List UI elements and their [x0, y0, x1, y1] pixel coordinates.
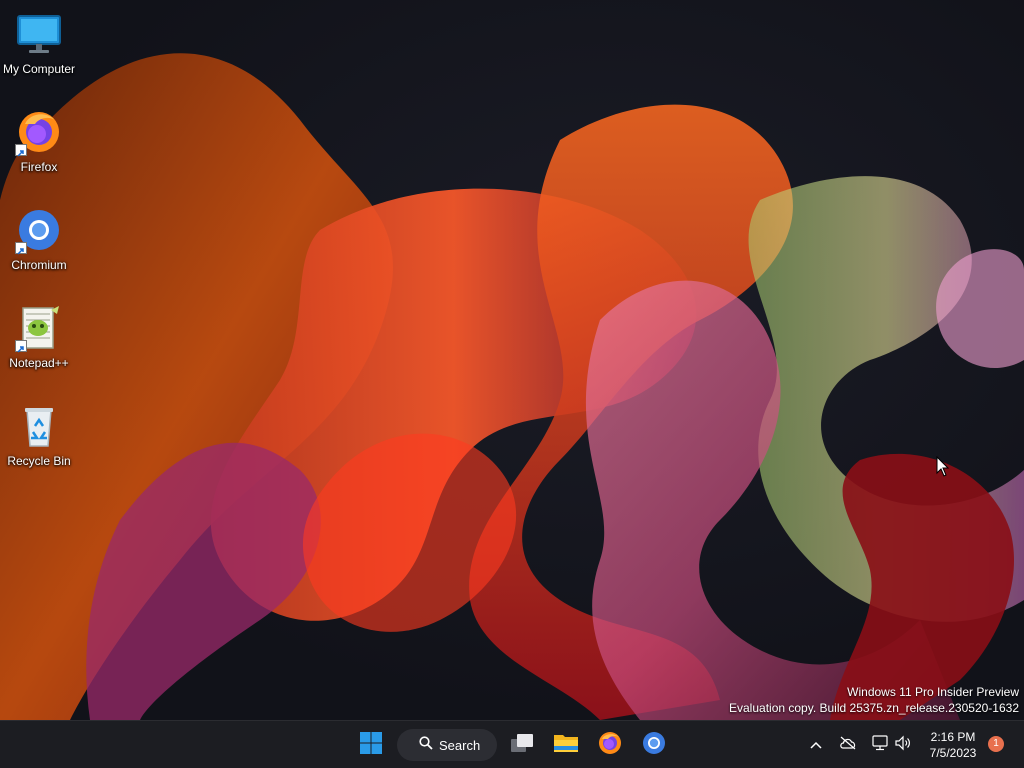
- notepad-plus-plus-icon: [15, 304, 63, 353]
- search-icon: [419, 735, 433, 755]
- watermark-line-1: Windows 11 Pro Insider Preview: [847, 685, 1019, 699]
- desktop-icon-chromium[interactable]: Chromium: [0, 200, 78, 290]
- evaluation-watermark: Windows 11 Pro Insider Preview Evaluatio…: [729, 684, 1019, 716]
- notification-badge[interactable]: 1: [988, 736, 1004, 752]
- desktop-icon-notepad-plus-plus[interactable]: Notepad++: [0, 298, 78, 388]
- taskbar-firefox-button[interactable]: [594, 729, 626, 761]
- taskbar-chromium-button[interactable]: [638, 729, 670, 761]
- desktop[interactable]: My Computer Firefox Chromium Notepad++ R…: [0, 0, 1024, 720]
- desktop-icon-label: Chromium: [11, 258, 67, 272]
- folder-icon: [553, 732, 579, 759]
- shortcut-arrow-icon: [15, 242, 27, 255]
- clock-time: 2:16 PM: [930, 730, 976, 744]
- mouse-cursor-icon: [936, 455, 950, 483]
- search-label: Search: [439, 737, 481, 753]
- desktop-icon-my-computer[interactable]: My Computer: [0, 4, 78, 94]
- windows-logo-icon: [359, 731, 383, 760]
- chromium-icon: [642, 731, 666, 760]
- network-tray-button[interactable]: [870, 734, 890, 756]
- desktop-icon-label: Recycle Bin: [7, 454, 71, 468]
- desktop-icon-firefox[interactable]: Firefox: [0, 102, 78, 192]
- onedrive-tray-button[interactable]: [838, 735, 858, 755]
- desktop-icon-label: Notepad++: [9, 356, 69, 370]
- start-button[interactable]: [355, 729, 387, 761]
- clock-date: 7/5/2023: [929, 746, 977, 760]
- monitor-icon: [15, 10, 63, 58]
- task-view-button[interactable]: [506, 729, 538, 761]
- show-hidden-icons-button[interactable]: [806, 735, 826, 755]
- firefox-icon: [598, 731, 622, 760]
- wallpaper: [0, 53, 1024, 720]
- search-button[interactable]: Search: [397, 729, 497, 761]
- file-explorer-button[interactable]: [550, 729, 582, 761]
- shortcut-arrow-icon: [15, 340, 27, 353]
- onedrive-offline-icon: [839, 736, 857, 755]
- chevron-up-icon: [810, 736, 822, 754]
- desktop-icon-recycle-bin[interactable]: Recycle Bin: [0, 396, 78, 486]
- watermark-line-2: Evaluation copy. Build 25375.zn_release.…: [729, 701, 1019, 715]
- desktop-icon-label: My Computer: [2, 62, 76, 76]
- taskbar: Search 2:16 PM 7/5/2023: [0, 720, 1024, 768]
- task-view-icon: [509, 732, 535, 759]
- desktop-icon-label: Firefox: [20, 160, 58, 174]
- clock-button[interactable]: 2:16 PM 7/5/2023: [920, 729, 986, 761]
- chromium-icon: [15, 206, 63, 255]
- volume-tray-button[interactable]: [893, 735, 913, 755]
- network-icon: [871, 734, 889, 756]
- volume-icon: [894, 735, 912, 756]
- recycle-bin-icon: [15, 402, 63, 450]
- firefox-icon: [15, 108, 63, 157]
- shortcut-arrow-icon: [15, 144, 27, 157]
